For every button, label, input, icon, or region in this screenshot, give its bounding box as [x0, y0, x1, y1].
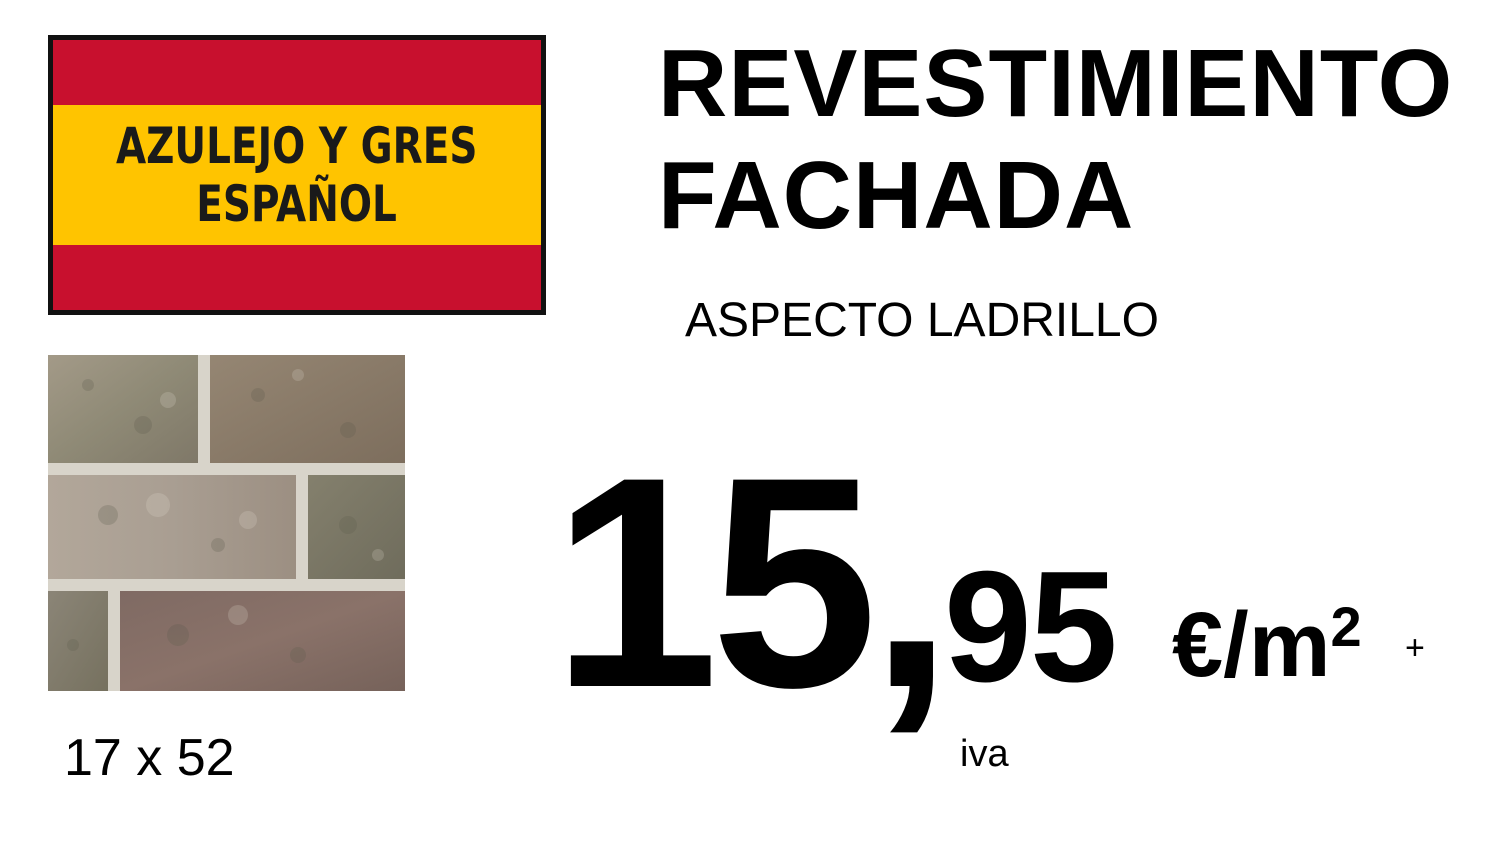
spanish-flag-badge: AZULEJO Y GRES ESPAÑOL	[48, 35, 546, 315]
product-subtitle: ASPECTO LADRILLO	[685, 294, 1159, 347]
price-unit-text: €/m	[1172, 594, 1331, 696]
price-unit: €/m2	[1172, 595, 1362, 695]
flag-red-stripe-top	[53, 40, 541, 105]
tax-label: iva	[960, 733, 1009, 775]
flag-yellow-stripe: AZULEJO Y GRES ESPAÑOL	[53, 105, 541, 245]
price-decimals: 95	[944, 539, 1118, 715]
flag-red-stripe-bottom	[53, 245, 541, 310]
plus-sign: +	[1405, 629, 1425, 667]
product-title: REVESTIMIENTO FACHADA	[658, 28, 1453, 252]
title-line-2: FACHADA	[658, 142, 1135, 249]
badge-line-1: AZULEJO Y GRES	[116, 117, 478, 175]
price-unit-exponent: 2	[1330, 595, 1362, 658]
badge-line-2: ESPAÑOL	[196, 175, 398, 233]
tile-size-label: 17 x 52	[64, 729, 235, 787]
title-line-1: REVESTIMIENTO	[658, 30, 1454, 137]
brick-tile-image	[48, 355, 405, 691]
price-integer: 15,	[552, 414, 953, 750]
